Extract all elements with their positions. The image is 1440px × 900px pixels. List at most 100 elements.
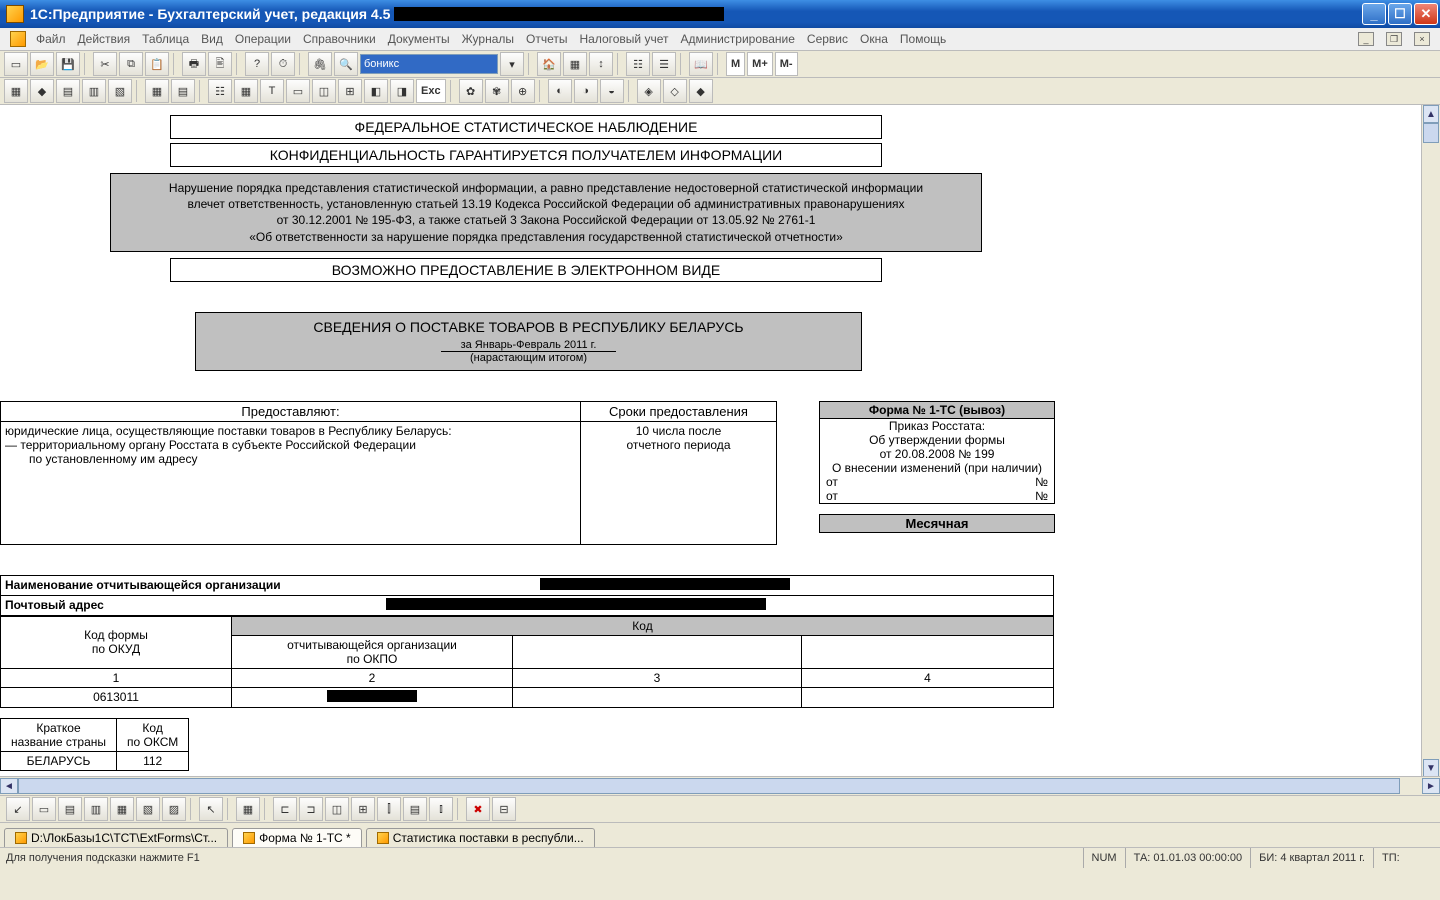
cut-button[interactable]: ✂	[93, 52, 117, 76]
tb2-btn-8[interactable]: ☷	[208, 79, 232, 103]
tb2-btn-13[interactable]: ⊞	[338, 79, 362, 103]
tb2-btn-15[interactable]: ◨	[390, 79, 414, 103]
history-button[interactable]: ⏱	[271, 52, 295, 76]
ts-btn-8[interactable]: ▦	[236, 797, 260, 821]
menu-service[interactable]: Сервис	[807, 32, 848, 46]
ts-btn-10[interactable]: ⊐	[299, 797, 323, 821]
ts-btn-6[interactable]: ▧	[136, 797, 160, 821]
vertical-scrollbar[interactable]: ▲ ▼	[1421, 105, 1440, 777]
menu-reports[interactable]: Отчеты	[526, 32, 567, 46]
form-l3: от 20.08.2008 № 199	[820, 447, 1054, 461]
tb2-btn-24[interactable]: ◆	[689, 79, 713, 103]
ts-pointer-button[interactable]: ↖	[199, 797, 223, 821]
tab-extforms[interactable]: D:\ЛокБазы1С\ТСТ\ExtForms\Ст...	[4, 828, 228, 847]
tb2-btn-19[interactable]: ◐	[548, 79, 572, 103]
ts-btn-3[interactable]: ▤	[58, 797, 82, 821]
list-button[interactable]: ☰	[652, 52, 676, 76]
new-file-button[interactable]: ▭	[4, 52, 28, 76]
ts-btn-2[interactable]: ▭	[32, 797, 56, 821]
help-button[interactable]: ?	[245, 52, 269, 76]
open-file-button[interactable]: 📂	[30, 52, 54, 76]
scroll-thumb-h[interactable]	[18, 778, 1400, 794]
scroll-right-icon[interactable]: ►	[1422, 778, 1440, 794]
tb2-btn-7[interactable]: ▤	[171, 79, 195, 103]
tb2-btn-9[interactable]: ▦	[234, 79, 258, 103]
memory-m-button[interactable]: M	[726, 52, 745, 76]
ts-btn-16[interactable]: ⊟	[492, 797, 516, 821]
print-button[interactable]: 🖶	[182, 52, 206, 76]
ts-btn-13[interactable]: ⫿	[377, 797, 401, 821]
tb2-btn-1[interactable]: ▦	[4, 79, 28, 103]
ts-btn-14[interactable]: ▤	[403, 797, 427, 821]
mdi-restore-button[interactable]: ❐	[1386, 32, 1402, 46]
horizontal-scrollbar[interactable]: ◄ ►	[0, 776, 1440, 795]
tb2-btn-5[interactable]: ▧	[108, 79, 132, 103]
menu-windows[interactable]: Окна	[860, 32, 888, 46]
tb2-btn-20[interactable]: ◑	[574, 79, 598, 103]
tree-button[interactable]: ☷	[626, 52, 650, 76]
paste-button[interactable]: 📋	[145, 52, 169, 76]
find-icon-button[interactable]: 🔍	[334, 52, 358, 76]
memory-mplus-button[interactable]: M+	[747, 52, 773, 76]
maximize-button[interactable]: ☐	[1388, 3, 1412, 25]
ts-btn-1[interactable]: ↙	[6, 797, 30, 821]
tb2-btn-12[interactable]: ◫	[312, 79, 336, 103]
ts-btn-11[interactable]: ◫	[325, 797, 349, 821]
scroll-thumb-v[interactable]	[1423, 123, 1439, 143]
tb2-btn-6[interactable]: ▦	[145, 79, 169, 103]
tb2-btn-4[interactable]: ▥	[82, 79, 106, 103]
tb2-btn-18[interactable]: ⊕	[511, 79, 535, 103]
tb2-btn-22[interactable]: ◈	[637, 79, 661, 103]
mdi-close-button[interactable]: ×	[1414, 32, 1430, 46]
submission-table: Предоставляют: Сроки предоставления юрид…	[0, 401, 777, 545]
menu-journals[interactable]: Журналы	[462, 32, 514, 46]
ts-btn-12[interactable]: ⊞	[351, 797, 375, 821]
scroll-up-icon[interactable]: ▲	[1423, 105, 1439, 123]
attach-button[interactable]: 🖇	[308, 52, 332, 76]
ts-btn-5[interactable]: ▦	[110, 797, 134, 821]
tb2-btn-10[interactable]: T	[260, 79, 284, 103]
tab-statistics[interactable]: Статистика поставки в республи...	[366, 828, 595, 847]
search-dropdown-button[interactable]: ▾	[500, 52, 524, 76]
tab-form-1ts[interactable]: Форма № 1-ТС *	[232, 828, 362, 847]
menu-actions[interactable]: Действия	[78, 32, 131, 46]
memory-mminus-button[interactable]: M-	[775, 52, 798, 76]
scroll-down-icon[interactable]: ▼	[1423, 759, 1439, 777]
ts-btn-9[interactable]: ⊏	[273, 797, 297, 821]
scroll-left-icon[interactable]: ◄	[0, 778, 18, 794]
ts-delete-button[interactable]: ✖	[466, 797, 490, 821]
menu-references[interactable]: Справочники	[303, 32, 376, 46]
home-button[interactable]: 🏠	[537, 52, 561, 76]
ts-btn-7[interactable]: ▨	[162, 797, 186, 821]
menu-view[interactable]: Вид	[201, 32, 223, 46]
menu-help[interactable]: Помощь	[900, 32, 946, 46]
menu-admin[interactable]: Администрирование	[680, 32, 794, 46]
ts-btn-4[interactable]: ▥	[84, 797, 108, 821]
filter-button[interactable]: ▦	[563, 52, 587, 76]
close-button[interactable]: ✕	[1414, 3, 1438, 25]
minimize-button[interactable]: _	[1362, 3, 1386, 25]
print-preview-button[interactable]: 🖹	[208, 52, 232, 76]
menu-operations[interactable]: Операции	[235, 32, 291, 46]
tb2-btn-11[interactable]: ▭	[286, 79, 310, 103]
tab-label: Форма № 1-ТС *	[259, 831, 351, 845]
tb2-btn-23[interactable]: ◇	[663, 79, 687, 103]
tb2-btn-2[interactable]: ◆	[30, 79, 54, 103]
tb2-btn-3[interactable]: ▤	[56, 79, 80, 103]
menu-tax[interactable]: Налоговый учет	[579, 32, 668, 46]
search-input[interactable]: боникс	[360, 54, 498, 74]
tb2-btn-exc[interactable]: Exc	[416, 79, 446, 103]
save-button[interactable]: 💾	[56, 52, 80, 76]
sort-button[interactable]: ↕	[589, 52, 613, 76]
ts-btn-15[interactable]: ⫾	[429, 797, 453, 821]
copy-button[interactable]: ⧉	[119, 52, 143, 76]
tb2-btn-21[interactable]: ◒	[600, 79, 624, 103]
book-button[interactable]: 📖	[689, 52, 713, 76]
menu-file[interactable]: Файл	[36, 32, 66, 46]
mdi-minimize-button[interactable]: _	[1358, 32, 1374, 46]
menu-documents[interactable]: Документы	[388, 32, 450, 46]
menu-table[interactable]: Таблица	[142, 32, 189, 46]
tb2-btn-16[interactable]: ✿	[459, 79, 483, 103]
tb2-btn-14[interactable]: ◧	[364, 79, 388, 103]
tb2-btn-17[interactable]: ✾	[485, 79, 509, 103]
